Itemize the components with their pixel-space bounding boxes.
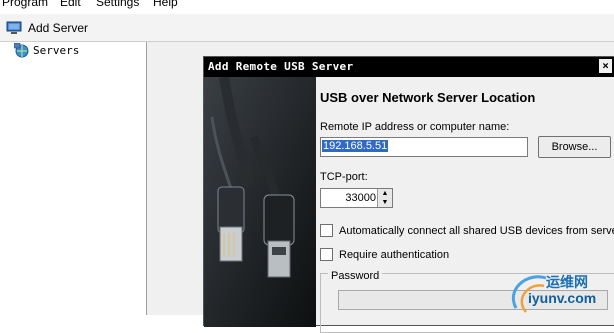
close-button[interactable]: × bbox=[599, 59, 612, 73]
server-tree[interactable]: Servers bbox=[0, 42, 147, 315]
dialog-titlebar[interactable]: Add Remote USB Server × bbox=[204, 57, 614, 77]
auto-connect-label: Automatically connect all shared USB dev… bbox=[339, 224, 614, 237]
dialog-heading: USB over Network Server Location bbox=[320, 90, 536, 105]
browse-button[interactable]: Browse... bbox=[538, 136, 611, 158]
menu-bar: Program Edit Settings Help bbox=[0, 0, 614, 13]
spin-down-button[interactable]: ▼ bbox=[377, 198, 392, 207]
require-auth-label: Require authentication bbox=[339, 248, 450, 261]
add-server-button[interactable]: Add Server bbox=[6, 17, 88, 38]
auto-connect-checkbox[interactable] bbox=[320, 224, 333, 237]
usb-cable-illustration bbox=[204, 77, 316, 327]
tcp-port-stepper[interactable]: 33000 ▲ ▼ bbox=[320, 188, 393, 208]
watermark-url: iyunv.com bbox=[528, 290, 597, 306]
menu-help[interactable]: Help bbox=[153, 0, 178, 9]
menu-program[interactable]: Program bbox=[2, 0, 48, 9]
tree-item-servers[interactable]: Servers bbox=[14, 43, 79, 58]
toolbar: Add Server bbox=[0, 14, 614, 42]
remote-ip-value: 192.168.5.51 bbox=[322, 140, 389, 152]
require-auth-checkbox[interactable] bbox=[320, 248, 333, 261]
require-auth-option[interactable]: Require authentication bbox=[320, 248, 449, 261]
password-label: Password bbox=[328, 270, 383, 282]
watermark-cn: 运维网 bbox=[546, 274, 588, 290]
globe-network-icon bbox=[14, 43, 29, 58]
dialog-title: Add Remote USB Server bbox=[208, 60, 354, 73]
ip-label: Remote IP address or computer name: bbox=[320, 121, 510, 133]
remote-ip-input[interactable]: 192.168.5.51 bbox=[320, 137, 528, 157]
tcp-port-label: TCP-port: bbox=[320, 171, 368, 183]
menu-edit[interactable]: Edit bbox=[60, 0, 81, 9]
menu-settings[interactable]: Settings bbox=[96, 0, 139, 9]
tree-item-label: Servers bbox=[33, 44, 80, 57]
tcp-port-value: 33000 bbox=[345, 192, 376, 204]
watermark: 运维网 iyunv.com bbox=[506, 270, 614, 315]
add-server-label: Add Server bbox=[28, 20, 89, 35]
usb-cable-image bbox=[204, 77, 316, 327]
auto-connect-option[interactable]: Automatically connect all shared USB dev… bbox=[320, 224, 614, 237]
computer-icon bbox=[6, 21, 22, 34]
